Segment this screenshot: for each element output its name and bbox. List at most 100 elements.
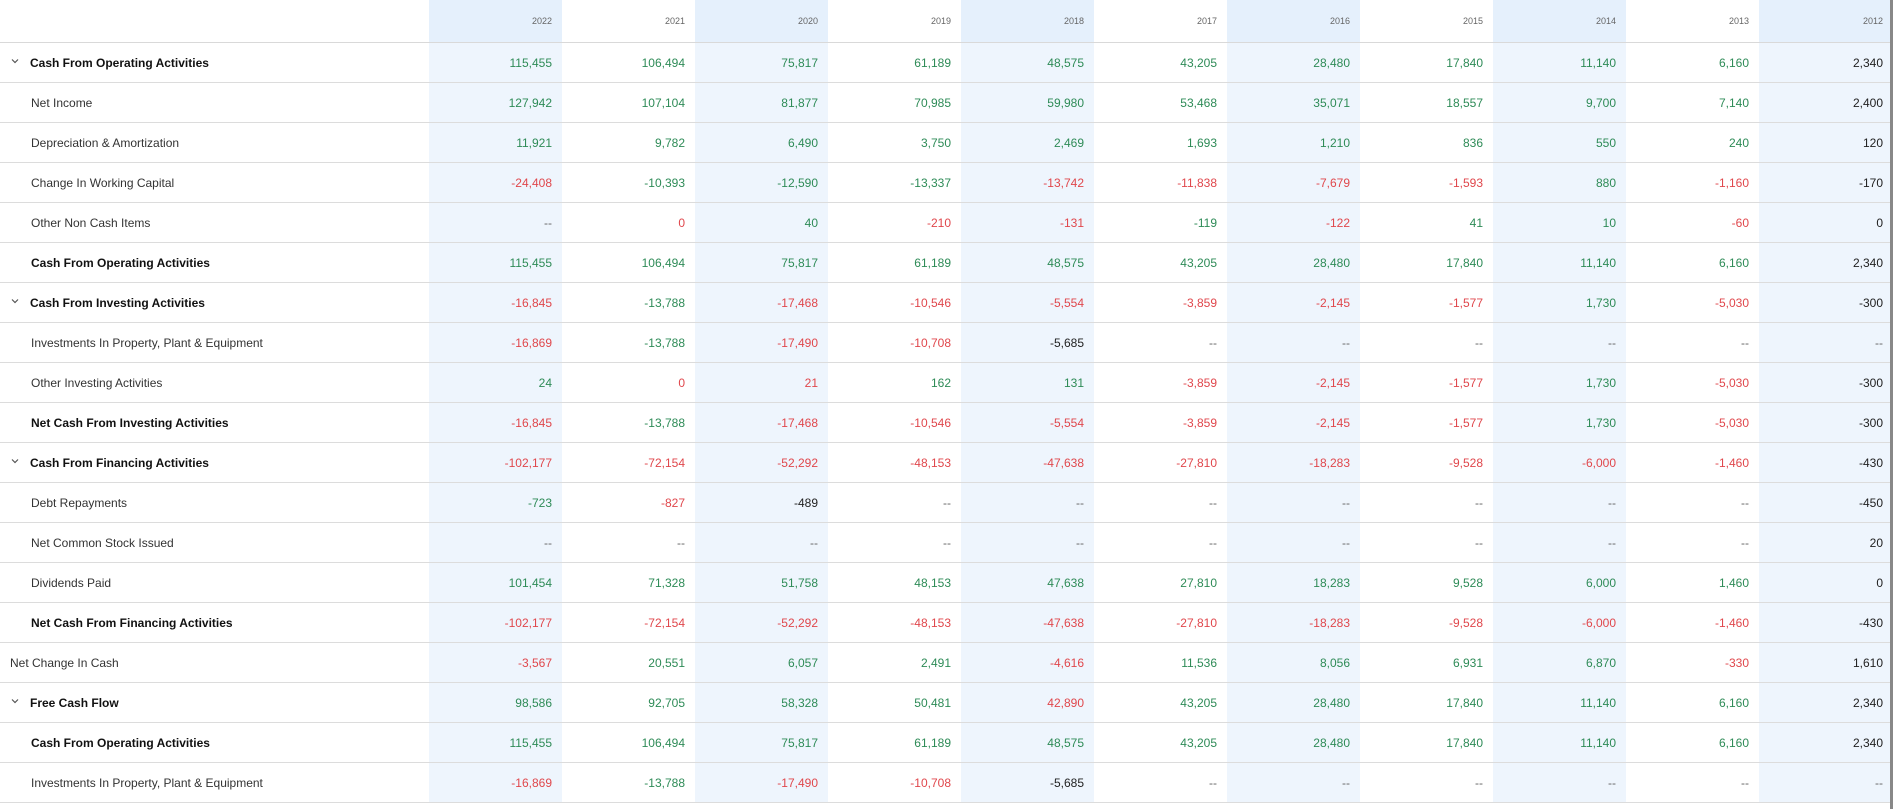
year-header-2017[interactable]: 2017 bbox=[1094, 0, 1227, 43]
table-row: Depreciation & Amortization 11,921 9,782 6,… bbox=[0, 122, 1893, 163]
value-cell: 2,340 bbox=[1759, 42, 1893, 83]
value-cell: 8,056 bbox=[1227, 642, 1360, 683]
value-cell: -16,845 bbox=[429, 282, 562, 323]
value-cell: -10,708 bbox=[828, 322, 961, 363]
value-cell: -3,567 bbox=[429, 642, 562, 683]
value-cell: -52,292 bbox=[695, 442, 828, 483]
value-cell: -102,177 bbox=[429, 602, 562, 643]
year-header-2022[interactable]: 2022 bbox=[429, 0, 562, 43]
value-cell: 75,817 bbox=[695, 42, 828, 83]
value-cell: -- bbox=[1227, 762, 1360, 803]
value-cell: -- bbox=[695, 522, 828, 563]
value-cell: 24 bbox=[429, 362, 562, 403]
row-label: Net Change In Cash bbox=[10, 655, 119, 670]
value-cell: 11,536 bbox=[1094, 642, 1227, 683]
row-label: Dividends Paid bbox=[31, 575, 112, 590]
year-header-2021[interactable]: 2021 bbox=[562, 0, 695, 43]
year-header-2015[interactable]: 2015 bbox=[1360, 0, 1493, 43]
year-header-2020[interactable]: 2020 bbox=[695, 0, 828, 43]
value-cell: -1,577 bbox=[1360, 282, 1493, 323]
year-header-2016[interactable]: 2016 bbox=[1227, 0, 1360, 43]
value-cell: -52,292 bbox=[695, 602, 828, 643]
value-cell: 1,730 bbox=[1493, 282, 1626, 323]
row-label-cell[interactable]: Cash From Financing Activities bbox=[0, 442, 429, 483]
value-cell: 10 bbox=[1493, 202, 1626, 243]
value-cell: 59,980 bbox=[961, 82, 1094, 123]
year-header-2012[interactable]: 2012 bbox=[1759, 0, 1893, 43]
row-label-cell: Dividends Paid bbox=[0, 562, 429, 603]
value-cell: -- bbox=[1626, 482, 1759, 523]
value-cell: -27,810 bbox=[1094, 442, 1227, 483]
value-cell: 50,481 bbox=[828, 682, 961, 723]
value-cell: 43,205 bbox=[1094, 242, 1227, 283]
value-cell: -72,154 bbox=[562, 602, 695, 643]
value-cell: 81,877 bbox=[695, 82, 828, 123]
value-cell: -2,145 bbox=[1227, 402, 1360, 443]
value-cell: 2,491 bbox=[828, 642, 961, 683]
row-label: Net Common Stock Issued bbox=[31, 535, 174, 550]
year-header-2014[interactable]: 2014 bbox=[1493, 0, 1626, 43]
value-cell: -- bbox=[961, 482, 1094, 523]
row-label: Free Cash Flow bbox=[30, 695, 119, 710]
value-cell: 18,283 bbox=[1227, 562, 1360, 603]
value-cell: 6,870 bbox=[1493, 642, 1626, 683]
value-cell: 48,153 bbox=[828, 562, 961, 603]
value-cell: 61,189 bbox=[828, 42, 961, 83]
chevron-down-icon[interactable] bbox=[10, 296, 20, 306]
table-row: Cash From Operating Activities 115,455 106… bbox=[0, 722, 1893, 763]
value-cell: 115,455 bbox=[429, 722, 562, 763]
year-header-2018[interactable]: 2018 bbox=[961, 0, 1094, 43]
value-cell: -1,577 bbox=[1360, 402, 1493, 443]
value-cell: 47,638 bbox=[961, 562, 1094, 603]
row-label: Cash From Operating Activities bbox=[31, 255, 210, 270]
row-label-cell: Net Common Stock Issued bbox=[0, 522, 429, 563]
value-cell: -60 bbox=[1626, 202, 1759, 243]
value-cell: -131 bbox=[961, 202, 1094, 243]
row-label-cell[interactable]: Free Cash Flow bbox=[0, 682, 429, 723]
value-cell: 0 bbox=[562, 362, 695, 403]
value-cell: 3,750 bbox=[828, 122, 961, 163]
value-cell: -102,177 bbox=[429, 442, 562, 483]
value-cell: -- bbox=[429, 202, 562, 243]
value-cell: -9,528 bbox=[1360, 442, 1493, 483]
value-cell: 51,758 bbox=[695, 562, 828, 603]
value-cell: -13,742 bbox=[961, 162, 1094, 203]
value-cell: -10,546 bbox=[828, 402, 961, 443]
value-cell: 75,817 bbox=[695, 722, 828, 763]
value-cell: 17,840 bbox=[1360, 42, 1493, 83]
value-cell: -5,554 bbox=[961, 402, 1094, 443]
row-label-cell[interactable]: Cash From Investing Activities bbox=[0, 282, 429, 323]
value-cell: 28,480 bbox=[1227, 682, 1360, 723]
row-label: Cash From Operating Activities bbox=[30, 55, 209, 70]
value-cell: -- bbox=[1493, 482, 1626, 523]
year-header-2019[interactable]: 2019 bbox=[828, 0, 961, 43]
value-cell: 75,817 bbox=[695, 242, 828, 283]
value-cell: -827 bbox=[562, 482, 695, 523]
value-cell: -16,845 bbox=[429, 402, 562, 443]
value-cell: -16,869 bbox=[429, 762, 562, 803]
row-label-cell: Other Non Cash Items bbox=[0, 202, 429, 243]
value-cell: -10,546 bbox=[828, 282, 961, 323]
row-label-cell: Other Investing Activities bbox=[0, 362, 429, 403]
value-cell: -430 bbox=[1759, 602, 1893, 643]
value-cell: -18,283 bbox=[1227, 442, 1360, 483]
value-cell: -17,468 bbox=[695, 282, 828, 323]
value-cell: -2,145 bbox=[1227, 282, 1360, 323]
row-label-cell[interactable]: Cash From Operating Activities bbox=[0, 42, 429, 83]
year-header-2013[interactable]: 2013 bbox=[1626, 0, 1759, 43]
value-cell: 20,551 bbox=[562, 642, 695, 683]
chevron-down-icon[interactable] bbox=[10, 56, 20, 66]
value-cell: -12,590 bbox=[695, 162, 828, 203]
chevron-down-icon[interactable] bbox=[10, 456, 20, 466]
value-cell: 9,700 bbox=[1493, 82, 1626, 123]
value-cell: 48,575 bbox=[961, 242, 1094, 283]
table-row: Free Cash Flow 98,586 92,705 58,328 50,481 42… bbox=[0, 682, 1893, 723]
value-cell: 43,205 bbox=[1094, 682, 1227, 723]
value-cell: -- bbox=[1094, 522, 1227, 563]
chevron-down-icon[interactable] bbox=[10, 696, 20, 706]
value-cell: -5,685 bbox=[961, 322, 1094, 363]
value-cell: 106,494 bbox=[562, 722, 695, 763]
value-cell: 6,490 bbox=[695, 122, 828, 163]
row-label: Depreciation & Amortization bbox=[31, 135, 180, 150]
table-row: Net Cash From Investing Activities -16,84… bbox=[0, 402, 1893, 443]
